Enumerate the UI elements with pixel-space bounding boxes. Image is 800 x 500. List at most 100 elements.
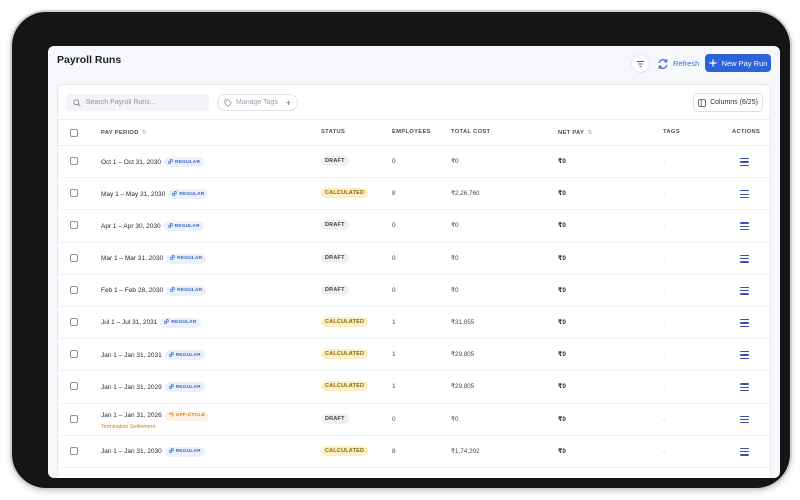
tags-cell: - <box>663 158 666 165</box>
tags-cell: - <box>663 318 666 326</box>
table-row[interactable]: Oct 1 – Oct 31, 2030 REGULAR DRAFT 0 ₹0 … <box>58 146 770 179</box>
row-checkbox[interactable] <box>70 317 78 326</box>
row-checkbox[interactable] <box>70 253 78 262</box>
manage-tags-label: Manage Tags <box>236 99 278 106</box>
status-badge: DRAFT <box>321 220 349 231</box>
tags-cell: - <box>663 286 666 294</box>
app-screen: Payroll Runs Refresh New Pay Run Search … <box>48 46 780 478</box>
total-cost: ₹29,805 <box>451 383 475 391</box>
employees-count: 1 <box>392 318 396 326</box>
menu-icon[interactable] <box>740 222 749 231</box>
row-checkbox[interactable] <box>70 414 78 423</box>
search-input[interactable] <box>86 99 201 106</box>
filter-icon <box>637 60 644 67</box>
link-icon <box>172 190 178 198</box>
pay-period-text: Mar 1 – Mar 31, 2030 <box>101 255 164 263</box>
status-badge: CALCULATED <box>321 381 369 392</box>
total-cost: ₹1,74,202 <box>451 447 480 455</box>
table-row[interactable]: Jan 1 – Jan 31, 2031 REGULAR CALCULATED … <box>58 339 770 372</box>
status-badge: CALCULATED <box>321 349 369 360</box>
total-cost: ₹0 <box>451 254 459 262</box>
row-checkbox[interactable] <box>70 382 78 391</box>
header-net-pay[interactable]: NET PAY ⇅ <box>558 129 593 137</box>
net-pay: ₹0 <box>558 415 566 423</box>
search-box[interactable] <box>66 94 209 111</box>
menu-icon[interactable] <box>740 158 749 166</box>
table-header: PAY PERIOD ⇅ STATUS EMPLOYEES TOTAL COST… <box>58 119 770 146</box>
header-tags-label: TAGS <box>663 129 680 135</box>
tags-cell: - <box>663 222 666 230</box>
link-icon <box>168 448 174 455</box>
header-pay-period[interactable]: PAY PERIOD ⇅ <box>101 129 147 137</box>
menu-icon[interactable] <box>740 254 749 263</box>
pay-period-text: Apr 1 – Apr 30, 2030 <box>101 222 161 230</box>
select-all-checkbox[interactable] <box>70 129 78 137</box>
header-actions: ACTIONS <box>732 129 760 135</box>
menu-icon[interactable] <box>740 190 749 199</box>
pay-period-cell: Mar 1 – Mar 31, 2030 REGULAR <box>101 253 207 264</box>
tag-icon <box>224 98 232 107</box>
pay-period-text: May 1 – May 31, 2030 <box>101 190 166 198</box>
total-cost: ₹29,805 <box>451 351 475 359</box>
total-cost: ₹2,26,760 <box>451 190 480 198</box>
columns-label: Columns (6/25) <box>710 99 758 106</box>
table-row[interactable]: Jan 1 – Jan 31, 2030 REGULAR CALCULATED … <box>58 436 770 468</box>
sort-icon[interactable]: ⇅ <box>587 129 592 136</box>
columns-icon <box>698 98 706 107</box>
pay-period-cell: Jul 1 – Jul 31, 2031 REGULAR <box>101 317 201 328</box>
row-checkbox[interactable] <box>70 350 78 359</box>
table-row[interactable]: Jul 1 – Jul 31, 2031 REGULAR CALCULATED … <box>58 307 770 340</box>
table-row[interactable]: Mar 1 – Mar 31, 2030 REGULAR DRAFT 0 ₹0 … <box>58 243 770 275</box>
table-row[interactable]: Jan 1 – Jan 31, 2029 REGULAR CALCULATED … <box>58 371 770 404</box>
page-title: Payroll Runs <box>57 54 122 66</box>
tags-cell: - <box>663 383 666 391</box>
menu-icon[interactable] <box>740 383 749 392</box>
table-row[interactable]: Jan 1 – Jan 31, 2026 OFF-CYCLE Terminati… <box>58 404 770 436</box>
table-body: Oct 1 – Oct 31, 2030 REGULAR DRAFT 0 ₹0 … <box>58 146 770 468</box>
add-tag-icon: + <box>285 97 291 108</box>
status-badge: DRAFT <box>321 284 349 295</box>
employees-count: 8 <box>392 190 396 198</box>
status-badge: CALCULATED <box>321 316 369 327</box>
columns-button[interactable]: Columns (6/25) <box>693 93 763 112</box>
row-checkbox[interactable] <box>70 285 78 294</box>
menu-icon[interactable] <box>740 415 749 424</box>
filter-button[interactable] <box>631 54 650 73</box>
status-badge: DRAFT <box>321 156 349 166</box>
header-tags: TAGS <box>663 129 680 135</box>
run-type-label: REGULAR <box>174 159 201 165</box>
table-row[interactable]: May 1 – May 31, 2030 REGULAR CALCULATED … <box>58 178 770 211</box>
header-status-label: STATUS <box>321 129 346 135</box>
run-type-badge: REGULAR <box>166 253 207 264</box>
sort-icon[interactable]: ⇅ <box>142 129 147 136</box>
tags-cell: - <box>663 254 666 262</box>
run-type-label: REGULAR <box>175 384 201 390</box>
header-actions-label: ACTIONS <box>732 129 761 135</box>
menu-icon[interactable] <box>740 447 749 456</box>
menu-icon[interactable] <box>740 351 749 360</box>
refresh-label: Refresh <box>673 59 700 68</box>
menu-icon[interactable] <box>740 318 749 327</box>
pay-period-cell: Feb 1 – Feb 28, 2030 REGULAR <box>101 285 207 296</box>
row-checkbox[interactable] <box>70 189 78 198</box>
table-toolbar: Manage Tags + Columns (6/25) <box>58 85 770 119</box>
refresh-button[interactable]: Refresh <box>657 56 699 71</box>
net-pay: ₹0 <box>558 286 566 294</box>
run-type-badge: REGULAR <box>166 285 207 296</box>
net-pay: ₹0 <box>558 447 566 455</box>
employees-count: 0 <box>392 415 396 423</box>
payroll-runs-panel: Manage Tags + Columns (6/25) PAY PERIOD … <box>57 84 771 478</box>
pay-period-text: Jan 1 – Jan 31, 2030 <box>101 448 162 456</box>
menu-icon[interactable] <box>740 286 749 295</box>
row-checkbox[interactable] <box>70 157 78 165</box>
run-type-badge: REGULAR <box>168 189 209 200</box>
new-pay-run-button[interactable]: New Pay Run <box>705 54 771 72</box>
manage-tags-button[interactable]: Manage Tags + <box>217 94 298 111</box>
status-badge: CALCULATED <box>321 188 369 199</box>
link-icon <box>170 287 175 294</box>
row-checkbox[interactable] <box>70 221 78 230</box>
table-row[interactable]: Apr 1 – Apr 30, 2030 REGULAR DRAFT 0 ₹0 … <box>58 210 770 243</box>
table-row[interactable]: Feb 1 – Feb 28, 2030 REGULAR DRAFT 0 ₹0 … <box>58 275 770 307</box>
run-type-badge: REGULAR <box>163 221 204 232</box>
row-checkbox[interactable] <box>70 446 78 455</box>
